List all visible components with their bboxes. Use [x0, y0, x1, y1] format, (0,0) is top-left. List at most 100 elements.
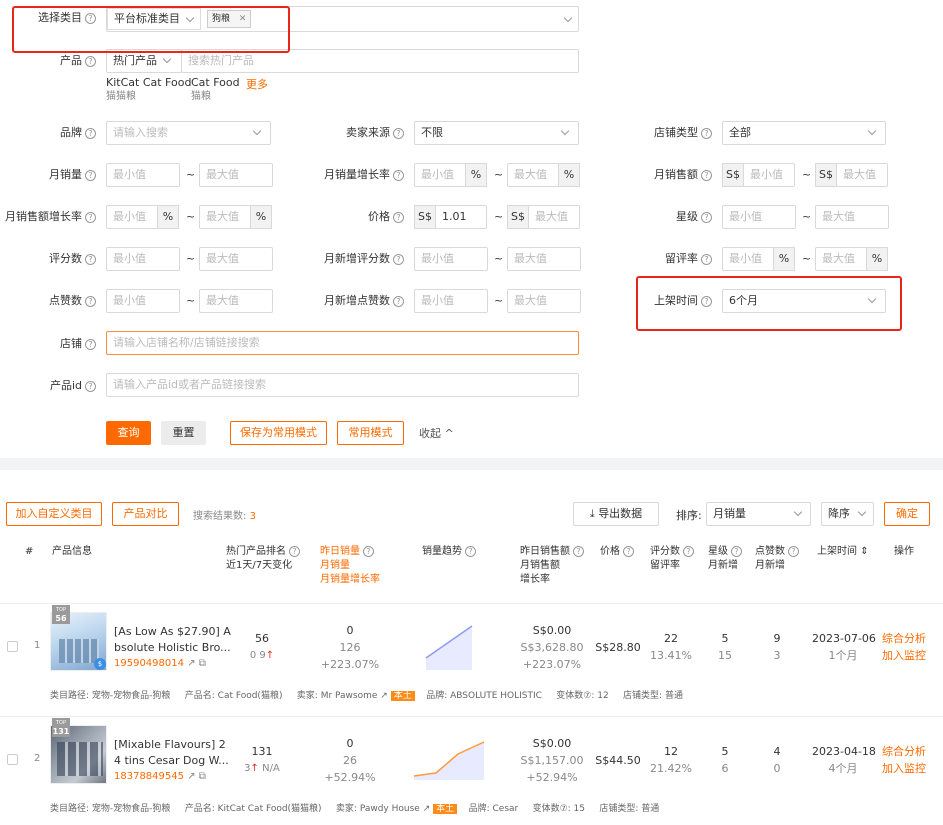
help-icon: ?: [683, 545, 694, 557]
range-separator: ~: [186, 210, 196, 223]
monitor-link[interactable]: 加入监控: [880, 647, 928, 664]
price-cell: S$28.80: [595, 641, 641, 654]
sales-growth-min[interactable]: 最小值: [414, 163, 466, 187]
product-title[interactable]: [Mixable Flavours] 24 tins Cesar Dog W..…: [114, 737, 229, 769]
range-separator: ~: [802, 252, 812, 265]
header-rank[interactable]: 热门产品排名? 近1天/7天变化: [226, 545, 300, 573]
retention-max[interactable]: 最大值: [815, 247, 867, 271]
external-link-icon[interactable]: ↗: [187, 771, 195, 782]
analysis-link[interactable]: 综合分析: [880, 630, 928, 647]
arrow-up-icon: ↑: [250, 763, 259, 774]
seller-link[interactable]: Mr Pawsome: [321, 691, 378, 701]
product-id-input[interactable]: 请输入产品id或者产品链接搜索: [106, 373, 579, 397]
more-link[interactable]: 更多: [246, 76, 268, 92]
help-icon: ?: [701, 253, 712, 265]
percent-addon: %: [773, 247, 795, 271]
analysis-link[interactable]: 综合分析: [880, 743, 928, 760]
likes-min[interactable]: 最小值: [106, 289, 180, 313]
help-icon: ?: [393, 169, 404, 181]
shop-type-select[interactable]: 全部: [722, 121, 886, 145]
reset-button[interactable]: 重置: [161, 421, 206, 445]
external-link-icon[interactable]: ↗: [380, 691, 388, 701]
reviews-label: 评分数?: [30, 252, 96, 266]
product-id-link[interactable]: 18378849545 ↗ ⧉: [114, 771, 206, 782]
listing-time-cell: 2023-04-18 4个月: [812, 745, 876, 775]
add-custom-category-button[interactable]: 加入自定义类目: [6, 502, 102, 526]
monthly-sales-max[interactable]: 最大值: [199, 163, 273, 187]
common-mode-button[interactable]: 常用模式: [337, 421, 404, 445]
collapse-link[interactable]: 收起 ^: [419, 425, 454, 441]
new-likes-min[interactable]: 最小值: [414, 289, 488, 313]
help-icon: ?: [393, 127, 404, 139]
retention-min[interactable]: 最小值: [722, 247, 774, 271]
currency-addon: S$: [414, 205, 436, 229]
product-id-link[interactable]: 19590498014 ↗ ⧉: [114, 658, 206, 669]
sales-growth-max[interactable]: 最大值: [507, 163, 559, 187]
export-data-button[interactable]: ⤓ 导出数据: [573, 502, 659, 526]
price-max[interactable]: 最大值: [528, 205, 580, 229]
revenue-min[interactable]: 最小值: [743, 163, 795, 187]
revenue-growth-min[interactable]: 最小值: [106, 205, 158, 229]
product-title[interactable]: [As Low As $27.90] Absolute Holistic Bro…: [114, 624, 231, 656]
brand-select[interactable]: 请输入搜索: [106, 121, 271, 145]
order-select[interactable]: 降序: [821, 502, 874, 526]
external-link-icon[interactable]: ↗: [423, 804, 431, 814]
product-suggestion-2[interactable]: Cat Food 猫粮: [191, 76, 240, 104]
sales-cell: 0 126 +223.07%: [320, 624, 380, 671]
help-icon: ?: [393, 211, 404, 223]
monitor-link[interactable]: 加入监控: [880, 760, 928, 777]
header-stars[interactable]: 星级? 月新增: [708, 545, 742, 573]
revenue-growth-max[interactable]: 最大值: [199, 205, 251, 229]
likes-max[interactable]: 最大值: [199, 289, 273, 313]
blue-badge-icon: $: [94, 658, 106, 670]
copy-icon[interactable]: ⧉: [199, 658, 206, 669]
header-likes[interactable]: 点赞数? 月新增: [755, 545, 799, 573]
external-link-icon[interactable]: ↗: [187, 658, 195, 669]
seller-link[interactable]: Pawdy House: [360, 804, 420, 814]
arrow-up-icon: ↑: [265, 650, 275, 661]
chevron-up-icon: ^: [444, 427, 454, 440]
revenue-max[interactable]: 最大值: [836, 163, 888, 187]
new-reviews-max[interactable]: 最大值: [507, 247, 581, 271]
seller-source-label: 卖家来源?: [320, 126, 404, 140]
save-mode-button[interactable]: 保存为常用模式: [230, 421, 327, 445]
shop-search-input[interactable]: 请输入店铺名称/店铺链接搜索: [106, 331, 579, 355]
query-button[interactable]: 查询: [106, 421, 151, 445]
price-min[interactable]: 1.01: [435, 205, 487, 229]
rating-label: 星级?: [630, 210, 712, 224]
help-icon: ?: [85, 295, 96, 307]
confirm-button[interactable]: 确定: [884, 502, 930, 526]
row-checkbox[interactable]: [7, 641, 18, 652]
row-checkbox[interactable]: [7, 754, 18, 765]
header-product-info: 产品信息: [52, 546, 92, 557]
currency-addon: S$: [815, 163, 837, 187]
rating-min[interactable]: 最小值: [722, 205, 796, 229]
monthly-sales-label: 月销量?: [30, 168, 96, 182]
help-icon: ?: [623, 545, 634, 557]
range-separator: ~: [494, 294, 504, 307]
result-count: 搜索结果数: 3: [193, 511, 256, 522]
seller-source-select[interactable]: 不限: [414, 121, 579, 145]
header-reviews[interactable]: 评分数? 留评率: [650, 545, 694, 573]
reviews-cell: 22 13.41%: [650, 632, 692, 662]
reviews-max[interactable]: 最大值: [199, 247, 273, 271]
header-listing-time[interactable]: 上架时间 ⇕: [817, 545, 869, 559]
new-likes-max[interactable]: 最大值: [507, 289, 581, 313]
monthly-sales-growth-label: 月销量增长率?: [300, 168, 404, 182]
local-badge: 本土: [433, 804, 458, 814]
header-price[interactable]: 价格?: [600, 545, 634, 559]
header-revenue[interactable]: 昨日销售额? 月销售额 增长率: [520, 545, 584, 587]
new-reviews-min[interactable]: 最小值: [414, 247, 488, 271]
copy-icon[interactable]: ⧉: [199, 771, 206, 782]
product-suggestion-1[interactable]: KitCat Cat Food 猫猫粮: [106, 76, 191, 104]
product-compare-button[interactable]: 产品对比: [112, 502, 179, 526]
sales-trend-chart: [413, 741, 485, 780]
help-icon: ?: [465, 545, 476, 557]
highlight-box-listing-time: [636, 276, 902, 331]
rating-max[interactable]: 最大值: [815, 205, 889, 229]
likes-label: 点赞数?: [30, 294, 96, 308]
header-sales[interactable]: 昨日销量? 月销量 月销量增长率: [320, 545, 380, 587]
help-icon: ?: [788, 545, 799, 557]
reviews-min[interactable]: 最小值: [106, 247, 180, 271]
monthly-sales-min[interactable]: 最小值: [106, 163, 180, 187]
